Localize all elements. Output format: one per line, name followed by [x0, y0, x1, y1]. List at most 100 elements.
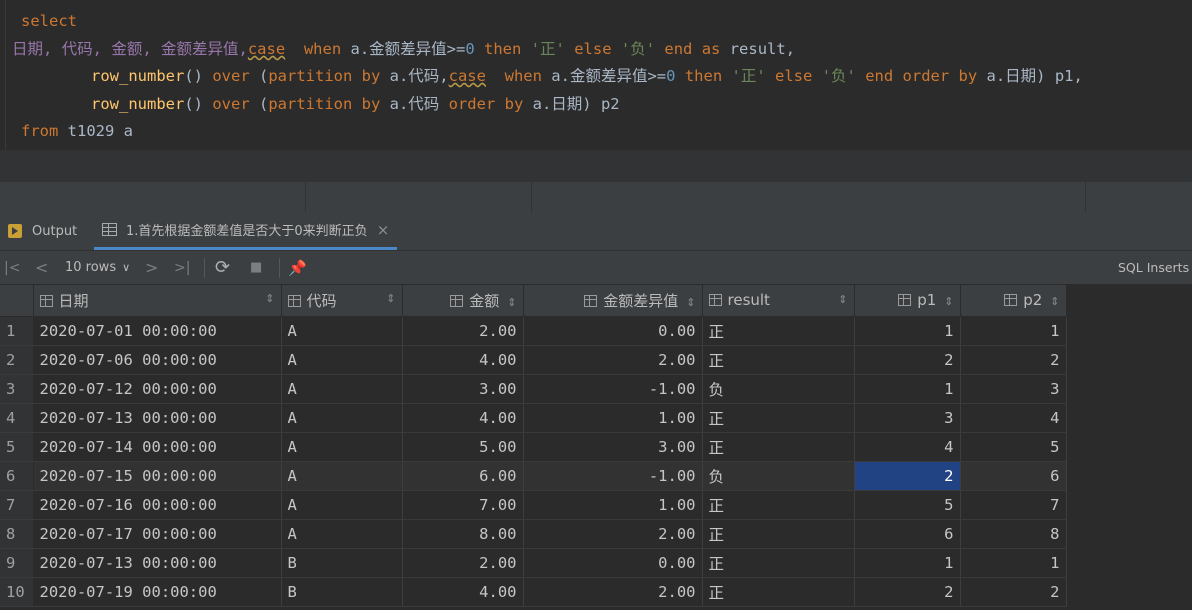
table-cell-code[interactable]: A	[281, 403, 403, 433]
table-cell-p2[interactable]: 8	[960, 519, 1067, 549]
column-header-diff[interactable]: 金额差异值 ⇕	[523, 285, 703, 317]
row-number[interactable]: 10	[0, 577, 34, 607]
row-number[interactable]: 5	[0, 432, 34, 462]
table-cell-p1[interactable]: 1	[854, 374, 961, 404]
table-cell-p2[interactable]: 1	[960, 548, 1067, 578]
panel-splitter[interactable]	[0, 182, 1192, 212]
table-cell-code[interactable]: A	[281, 345, 403, 375]
row-number[interactable]: 8	[0, 519, 34, 549]
table-cell-amt[interactable]: 8.00	[402, 519, 524, 549]
next-page-icon[interactable]: >	[145, 251, 158, 284]
table-cell-diff[interactable]: -1.00	[523, 461, 703, 491]
table-cell-p1[interactable]: 2	[854, 577, 961, 607]
row-number[interactable]: 4	[0, 403, 34, 433]
table-cell-code[interactable]: A	[281, 432, 403, 462]
refresh-icon[interactable]: ⟳	[215, 251, 230, 284]
table-row[interactable]: 6 2020-07-15 00:00:00 A 6.00 -1.00 负 2 6	[0, 461, 1067, 491]
table-cell-diff[interactable]: 3.00	[523, 432, 703, 462]
row-number[interactable]: 7	[0, 490, 34, 520]
table-cell-p1[interactable]: 6	[854, 519, 961, 549]
table-row[interactable]: 1 2020-07-01 00:00:00 A 2.00 0.00 正 1 1	[0, 316, 1067, 346]
table-cell-p1[interactable]: 2	[854, 345, 961, 375]
table-cell-p2[interactable]: 5	[960, 432, 1067, 462]
table-cell-p2[interactable]: 3	[960, 374, 1067, 404]
table-cell-date[interactable]: 2020-07-16 00:00:00	[33, 490, 282, 520]
table-cell-date[interactable]: 2020-07-17 00:00:00	[33, 519, 282, 549]
table-cell-diff[interactable]: 0.00	[523, 548, 703, 578]
table-row[interactable]: 3 2020-07-12 00:00:00 A 3.00 -1.00 负 1 3	[0, 374, 1067, 404]
table-cell-date[interactable]: 2020-07-15 00:00:00	[33, 461, 282, 491]
table-cell-p2[interactable]: 2	[960, 345, 1067, 375]
table-cell-diff[interactable]: 2.00	[523, 519, 703, 549]
table-cell-code[interactable]: A	[281, 461, 403, 491]
table-cell-amt[interactable]: 5.00	[402, 432, 524, 462]
row-number[interactable]: 2	[0, 345, 34, 375]
table-cell-code[interactable]: B	[281, 577, 403, 607]
table-cell-p1[interactable]: 4	[854, 432, 961, 462]
pin-icon[interactable]: 📌	[288, 251, 307, 284]
table-cell-p1[interactable]: 3	[854, 403, 961, 433]
table-cell-code[interactable]: A	[281, 490, 403, 520]
stop-icon[interactable]: ■	[250, 251, 262, 284]
column-header-amount[interactable]: 金额 ⇕	[402, 285, 524, 317]
row-number[interactable]: 3	[0, 374, 34, 404]
table-cell-code[interactable]: A	[281, 519, 403, 549]
sql-editor[interactable]: select 日期, 代码, 金额, 金额差异值,case when a.金额差…	[0, 0, 1192, 150]
table-row[interactable]: 10 2020-07-19 00:00:00 B 4.00 2.00 正 2 2	[0, 577, 1067, 607]
table-cell-p2[interactable]: 7	[960, 490, 1067, 520]
table-cell-amt[interactable]: 4.00	[402, 577, 524, 607]
close-icon[interactable]: ×	[377, 221, 390, 239]
table-cell-code[interactable]: B	[281, 548, 403, 578]
column-header-result[interactable]: result ⇕	[702, 285, 855, 317]
tab-result-1[interactable]: 1.首先根据金额差值是否大于0来判断正负 ×	[94, 212, 398, 250]
table-cell-code[interactable]: A	[281, 374, 403, 404]
row-number[interactable]: 6	[0, 461, 34, 491]
table-cell-p2[interactable]: 2	[960, 577, 1067, 607]
table-cell-res[interactable]: 正	[702, 432, 855, 462]
table-cell-date[interactable]: 2020-07-13 00:00:00	[33, 403, 282, 433]
table-cell-res[interactable]: 正	[702, 519, 855, 549]
sort-icon[interactable]: ⇕	[944, 295, 953, 308]
sql-inserts-dropdown[interactable]: SQL Inserts	[1118, 251, 1189, 284]
table-row[interactable]: 5 2020-07-14 00:00:00 A 5.00 3.00 正 4 5	[0, 432, 1067, 462]
table-cell-res[interactable]: 负	[702, 461, 855, 491]
table-cell-p1[interactable]: 2	[854, 461, 961, 491]
table-cell-date[interactable]: 2020-07-13 00:00:00	[33, 548, 282, 578]
table-cell-res[interactable]: 正	[702, 345, 855, 375]
sort-icon[interactable]: ⇕	[838, 293, 847, 306]
table-cell-diff[interactable]: 2.00	[523, 345, 703, 375]
prev-page-icon[interactable]: <	[35, 251, 48, 284]
table-cell-res[interactable]: 正	[702, 316, 855, 346]
table-row[interactable]: 4 2020-07-13 00:00:00 A 4.00 1.00 正 3 4	[0, 403, 1067, 433]
table-cell-diff[interactable]: 2.00	[523, 577, 703, 607]
table-cell-amt[interactable]: 4.00	[402, 403, 524, 433]
table-cell-p2[interactable]: 1	[960, 316, 1067, 346]
table-cell-p2[interactable]: 6	[960, 461, 1067, 491]
row-number[interactable]: 1	[0, 316, 34, 346]
sort-icon[interactable]: ⇕	[1050, 295, 1059, 308]
table-cell-res[interactable]: 正	[702, 490, 855, 520]
table-cell-p2[interactable]: 4	[960, 403, 1067, 433]
table-cell-diff[interactable]: -1.00	[523, 374, 703, 404]
sort-icon[interactable]: ⇕	[507, 296, 516, 309]
last-page-icon[interactable]: >|	[174, 251, 190, 284]
table-row[interactable]: 2 2020-07-06 00:00:00 A 4.00 2.00 正 2 2	[0, 345, 1067, 375]
table-cell-res[interactable]: 正	[702, 548, 855, 578]
table-cell-amt[interactable]: 7.00	[402, 490, 524, 520]
table-cell-amt[interactable]: 2.00	[402, 548, 524, 578]
sort-icon[interactable]: ⇕	[686, 296, 695, 309]
first-page-icon[interactable]: |<	[4, 251, 20, 284]
row-number[interactable]: 9	[0, 548, 34, 578]
table-cell-p1[interactable]: 1	[854, 548, 961, 578]
table-cell-res[interactable]: 负	[702, 374, 855, 404]
table-cell-diff[interactable]: 0.00	[523, 316, 703, 346]
sort-icon[interactable]: ⇕	[386, 292, 395, 305]
table-cell-code[interactable]: A	[281, 316, 403, 346]
tab-output[interactable]: Output	[8, 212, 77, 250]
table-cell-amt[interactable]: 6.00	[402, 461, 524, 491]
table-cell-p1[interactable]: 1	[854, 316, 961, 346]
column-header-date[interactable]: 日期 ⇕	[33, 285, 282, 317]
table-row[interactable]: 9 2020-07-13 00:00:00 B 2.00 0.00 正 1 1	[0, 548, 1067, 578]
column-header-p1[interactable]: p1 ⇕	[854, 285, 961, 317]
column-header-code[interactable]: 代码 ⇕	[281, 285, 403, 317]
